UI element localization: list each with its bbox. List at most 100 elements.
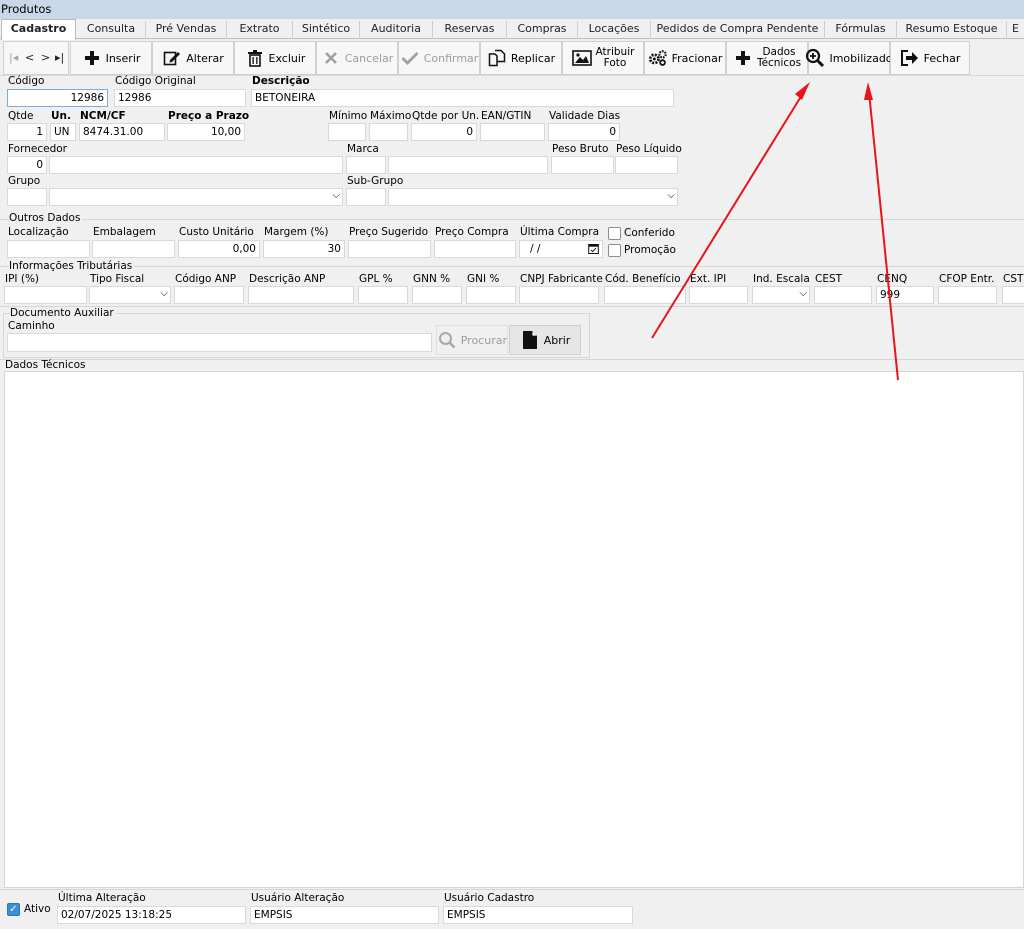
abrir-button[interactable]: Abrir xyxy=(509,325,581,355)
tab-compras[interactable]: Compras xyxy=(507,21,578,39)
ext-ipi-field[interactable] xyxy=(689,286,748,304)
codigo-label: Código xyxy=(8,75,45,87)
technical-data-button[interactable]: Dados Técnicos xyxy=(726,41,808,75)
procurar-button[interactable]: Procurar xyxy=(436,325,508,355)
peso-liquido-field[interactable] xyxy=(615,156,678,174)
chevron-down-icon: ⌵ xyxy=(667,190,675,201)
previous-record-icon[interactable]: < xyxy=(25,51,34,64)
chevron-down-icon: ⌵ xyxy=(799,288,807,299)
tab-resumo-estoque[interactable]: Resumo Estoque xyxy=(897,21,1007,39)
minimo-field[interactable] xyxy=(328,123,366,141)
confirm-button[interactable]: Confirmar xyxy=(398,41,480,75)
gears-icon xyxy=(648,48,668,68)
cfop-field[interactable] xyxy=(938,286,997,304)
gni-field[interactable] xyxy=(466,286,516,304)
tab-overflow[interactable]: E xyxy=(1007,21,1024,39)
tipo-fiscal-select[interactable]: ⌵ xyxy=(89,286,171,304)
ind-escala-select[interactable]: ⌵ xyxy=(752,286,810,304)
marca-code-field[interactable] xyxy=(346,156,386,174)
tab-locacoes[interactable]: Locações xyxy=(578,21,651,39)
calendar-icon[interactable] xyxy=(588,243,599,257)
cancel-button[interactable]: Cancelar xyxy=(316,41,398,75)
tab-pre-vendas[interactable]: Pré Vendas xyxy=(146,21,227,39)
grupo-code-field[interactable] xyxy=(7,188,47,206)
descricao-field[interactable]: BETONEIRA xyxy=(251,89,674,107)
alter-button[interactable]: Alterar xyxy=(152,41,234,75)
next-record-icon[interactable]: > xyxy=(41,51,50,64)
margem-field[interactable]: 30 xyxy=(263,240,345,258)
delete-label: Excluir xyxy=(268,51,306,65)
gpl-field[interactable] xyxy=(358,286,408,304)
fixed-asset-button[interactable]: Imobilizado xyxy=(806,41,893,75)
gni-label: GNI % xyxy=(467,273,500,285)
preco-sugerido-field[interactable] xyxy=(348,240,431,258)
dados-tecnicos-memo[interactable] xyxy=(4,371,1024,888)
tab-pedidos-compra-pendente[interactable]: Pedidos de Compra Pendente xyxy=(651,21,825,39)
first-record-icon[interactable]: |◂ xyxy=(9,51,18,64)
custo-field[interactable]: 0,00 xyxy=(178,240,260,258)
cenq-field[interactable]: 999 xyxy=(876,286,934,304)
codigo-original-field[interactable]: 12986 xyxy=(114,89,246,107)
ipi-field[interactable] xyxy=(4,286,87,304)
preco-prazo-label: Preço a Prazo xyxy=(168,110,250,122)
copy-icon xyxy=(487,48,507,68)
descricao-anp-field[interactable] xyxy=(248,286,354,304)
promocao-checkbox[interactable] xyxy=(608,244,621,257)
cest-label: CEST xyxy=(815,273,843,285)
ean-field[interactable] xyxy=(480,123,545,141)
maximo-field[interactable] xyxy=(369,123,408,141)
tab-cadastro[interactable]: Cadastro xyxy=(1,19,76,40)
subgrupo-code-field[interactable] xyxy=(346,188,386,206)
subgrupo-select[interactable]: ⌵ xyxy=(388,188,678,206)
close-button[interactable]: Fechar xyxy=(890,41,970,75)
qtde-field[interactable]: 1 xyxy=(7,123,47,141)
marca-name-field[interactable] xyxy=(388,156,548,174)
promocao-label: Promoção xyxy=(624,244,676,256)
ativo-checkbox[interactable]: ✓ xyxy=(7,903,20,916)
embalagem-field[interactable] xyxy=(92,240,175,258)
cnpj-fabricante-field[interactable] xyxy=(519,286,599,304)
ultima-compra-field[interactable]: / / xyxy=(519,240,603,258)
conferido-checkbox[interactable] xyxy=(608,227,621,240)
dados-tecnicos-divider xyxy=(0,359,1024,360)
insert-button[interactable]: Inserir xyxy=(70,41,152,75)
ncm-field[interactable]: 8474.31.00 xyxy=(79,123,165,141)
preco-compra-field[interactable] xyxy=(434,240,516,258)
fornecedor-code-field[interactable]: 0 xyxy=(7,156,47,174)
tab-auditoria[interactable]: Auditoria xyxy=(360,21,433,39)
last-record-icon[interactable]: ▸| xyxy=(55,51,64,64)
documento-section-title: Documento Auxiliar xyxy=(10,307,116,319)
split-button[interactable]: Fracionar xyxy=(644,41,726,75)
abrir-label: Abrir xyxy=(543,333,571,347)
caminho-field[interactable] xyxy=(7,333,432,352)
grupo-select[interactable]: ⌵ xyxy=(49,188,343,206)
replicate-button[interactable]: Replicar xyxy=(480,41,562,75)
preco-compra-label: Preço Compra xyxy=(435,226,509,238)
gnn-field[interactable] xyxy=(412,286,462,304)
caminho-label: Caminho xyxy=(8,320,55,332)
un-label: Un. xyxy=(51,110,71,122)
tab-sintetico[interactable]: Sintético xyxy=(293,21,360,39)
codigo-field[interactable]: 12986 xyxy=(7,89,108,107)
insert-label: Inserir xyxy=(105,51,141,65)
ultima-alteracao-label: Última Alteração xyxy=(58,892,146,904)
un-field[interactable]: UN xyxy=(50,123,76,141)
assign-photo-button[interactable]: Atribuir Foto xyxy=(562,41,644,75)
codigo-anp-field[interactable] xyxy=(174,286,244,304)
tab-extrato[interactable]: Extrato xyxy=(227,21,293,39)
record-navigator: |◂ < > ▸| xyxy=(3,41,69,75)
cest-field[interactable] xyxy=(814,286,872,304)
localizacao-field[interactable] xyxy=(7,240,90,258)
tab-reservas[interactable]: Reservas xyxy=(433,21,507,39)
cod-beneficio-field[interactable] xyxy=(604,286,686,304)
peso-bruto-field[interactable] xyxy=(551,156,614,174)
tab-consulta[interactable]: Consulta xyxy=(77,21,146,39)
preco-prazo-field[interactable]: 10,00 xyxy=(167,123,245,141)
cst-field[interactable] xyxy=(1002,286,1024,304)
tab-formulas[interactable]: Fórmulas xyxy=(825,21,897,39)
qtde-un-field[interactable]: 0 xyxy=(411,123,477,141)
validade-field[interactable]: 0 xyxy=(548,123,620,141)
delete-button[interactable]: Excluir xyxy=(234,41,316,75)
replicate-label: Replicar xyxy=(510,51,556,65)
fornecedor-name-field[interactable] xyxy=(49,156,343,174)
